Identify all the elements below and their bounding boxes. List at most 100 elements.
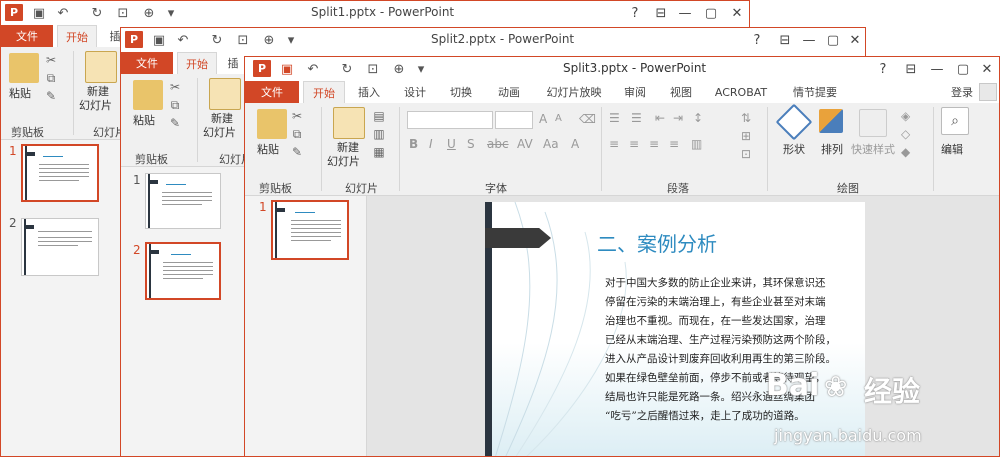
tab-review[interactable]: 审阅 xyxy=(617,81,653,103)
restore-icon[interactable]: ▢ xyxy=(951,59,975,79)
tab-home[interactable]: 开始 xyxy=(177,52,217,75)
cut-icon[interactable]: ✂ xyxy=(289,109,305,123)
account-avatar-icon[interactable] xyxy=(979,83,997,101)
shape-effects-icon[interactable]: ◆ xyxy=(901,145,910,159)
columns-icon[interactable]: ▥ xyxy=(691,137,702,151)
font-name-input[interactable] xyxy=(407,111,493,129)
new-slide-icon[interactable] xyxy=(209,78,241,110)
arrange-icon[interactable] xyxy=(819,109,843,133)
tab-storyboarding[interactable]: 情节提要 xyxy=(785,81,845,103)
qat-menu-icon[interactable]: ▾ xyxy=(281,30,301,50)
shape-fill-icon[interactable]: ◈ xyxy=(901,109,910,123)
qat-menu-icon[interactable]: ▾ xyxy=(411,59,431,79)
bullets-icon[interactable]: ☰ xyxy=(609,111,620,125)
format-painter-icon[interactable]: ✎ xyxy=(43,89,59,103)
paste-icon[interactable] xyxy=(257,109,287,139)
restore-icon[interactable]: ▢ xyxy=(821,30,845,50)
cut-icon[interactable]: ✂ xyxy=(167,80,183,94)
redo-icon[interactable]: ↻ xyxy=(87,3,107,23)
login-link[interactable]: 登录 xyxy=(945,81,979,103)
increase-indent-icon[interactable]: ⇥ xyxy=(673,111,683,125)
ribbon-display-icon[interactable]: ⊟ xyxy=(649,3,673,23)
text-direction-icon[interactable]: ⇅ xyxy=(741,111,751,125)
save-icon[interactable]: ▣ xyxy=(277,59,297,79)
slide-thumbnail-2[interactable] xyxy=(21,218,99,276)
restore-icon[interactable]: ▢ xyxy=(699,3,723,23)
strikethrough-icon[interactable]: abc xyxy=(487,137,509,151)
format-painter-icon[interactable]: ✎ xyxy=(167,116,183,130)
new-slide-icon[interactable] xyxy=(85,51,117,83)
tab-file[interactable]: 文件 xyxy=(1,25,53,47)
align-left-icon[interactable]: ≡ xyxy=(609,137,619,151)
paste-icon[interactable] xyxy=(9,53,39,83)
minimize-icon[interactable]: — xyxy=(797,30,821,50)
slideshow-icon[interactable]: ⊡ xyxy=(233,30,253,50)
copy-icon[interactable]: ⧉ xyxy=(167,98,183,112)
cut-icon[interactable]: ✂ xyxy=(43,53,59,67)
grow-font-icon[interactable]: A xyxy=(539,112,547,126)
help-icon[interactable]: ? xyxy=(745,30,769,50)
justify-icon[interactable]: ≡ xyxy=(669,137,679,151)
align-right-icon[interactable]: ≡ xyxy=(649,137,659,151)
slideshow-icon[interactable]: ⊡ xyxy=(113,3,133,23)
reset-icon[interactable]: ▥ xyxy=(371,127,387,141)
shapes-icon[interactable] xyxy=(775,103,813,141)
tab-insert[interactable]: 插入 xyxy=(351,81,387,103)
tab-transitions[interactable]: 切换 xyxy=(443,81,479,103)
slide-thumbnail-1[interactable] xyxy=(271,200,349,260)
numbering-icon[interactable]: ☰ xyxy=(631,111,642,125)
qat-menu-icon[interactable]: ▾ xyxy=(161,3,181,23)
preview-icon[interactable]: ⊕ xyxy=(139,3,159,23)
slide-thumbnail-2[interactable] xyxy=(145,242,221,300)
italic-icon[interactable]: I xyxy=(429,137,433,151)
section-icon[interactable]: ▦ xyxy=(371,145,387,159)
align-text-icon[interactable]: ⊞ xyxy=(741,129,751,143)
redo-icon[interactable]: ↻ xyxy=(337,59,357,79)
ribbon-display-icon[interactable]: ⊟ xyxy=(773,30,797,50)
slide-thumbnail-1[interactable] xyxy=(21,144,99,202)
tab-home[interactable]: 开始 xyxy=(57,25,97,48)
close-icon[interactable]: ✕ xyxy=(975,59,999,79)
change-case-icon[interactable]: Aa xyxy=(543,137,559,151)
undo-icon[interactable]: ↶ xyxy=(173,30,193,50)
align-center-icon[interactable]: ≡ xyxy=(629,137,639,151)
preview-icon[interactable]: ⊕ xyxy=(389,59,409,79)
tab-design[interactable]: 设计 xyxy=(397,81,433,103)
font-color-icon[interactable]: A xyxy=(571,137,579,151)
new-slide-icon[interactable] xyxy=(333,107,365,139)
redo-icon[interactable]: ↻ xyxy=(207,30,227,50)
minimize-icon[interactable]: — xyxy=(673,3,697,23)
save-icon[interactable]: ▣ xyxy=(149,30,169,50)
close-icon[interactable]: ✕ xyxy=(725,3,749,23)
clear-format-icon[interactable]: ⌫ xyxy=(579,112,596,126)
tab-view[interactable]: 视图 xyxy=(663,81,699,103)
close-icon[interactable]: ✕ xyxy=(843,30,865,50)
shadow-icon[interactable]: S xyxy=(467,137,475,151)
slide-thumbnail-1[interactable] xyxy=(145,173,221,229)
tab-home[interactable]: 开始 xyxy=(303,81,345,104)
undo-icon[interactable]: ↶ xyxy=(53,3,73,23)
shape-outline-icon[interactable]: ◇ xyxy=(901,127,910,141)
tab-slideshow[interactable]: 幻灯片放映 xyxy=(539,81,609,103)
save-icon[interactable]: ▣ xyxy=(29,3,49,23)
decrease-indent-icon[interactable]: ⇤ xyxy=(655,111,665,125)
tab-insert[interactable]: 插 xyxy=(223,52,243,74)
slideshow-icon[interactable]: ⊡ xyxy=(363,59,383,79)
format-painter-icon[interactable]: ✎ xyxy=(289,145,305,159)
tab-file[interactable]: 文件 xyxy=(121,52,173,74)
font-size-input[interactable] xyxy=(495,111,533,129)
help-icon[interactable]: ? xyxy=(623,3,647,23)
tab-acrobat[interactable]: ACROBAT xyxy=(711,81,771,103)
layout-icon[interactable]: ▤ xyxy=(371,109,387,123)
smartart-icon[interactable]: ⊡ xyxy=(741,147,751,161)
ribbon-display-icon[interactable]: ⊟ xyxy=(899,59,923,79)
editing-icon[interactable]: ⌕ xyxy=(941,107,969,135)
undo-icon[interactable]: ↶ xyxy=(303,59,323,79)
slide-title[interactable]: 二、案例分析 xyxy=(597,228,717,257)
copy-icon[interactable]: ⧉ xyxy=(43,71,59,85)
quick-styles-icon[interactable] xyxy=(859,109,887,137)
help-icon[interactable]: ? xyxy=(871,59,895,79)
tab-animations[interactable]: 动画 xyxy=(491,81,527,103)
paste-icon[interactable] xyxy=(133,80,163,110)
shrink-font-icon[interactable]: A xyxy=(555,113,562,124)
